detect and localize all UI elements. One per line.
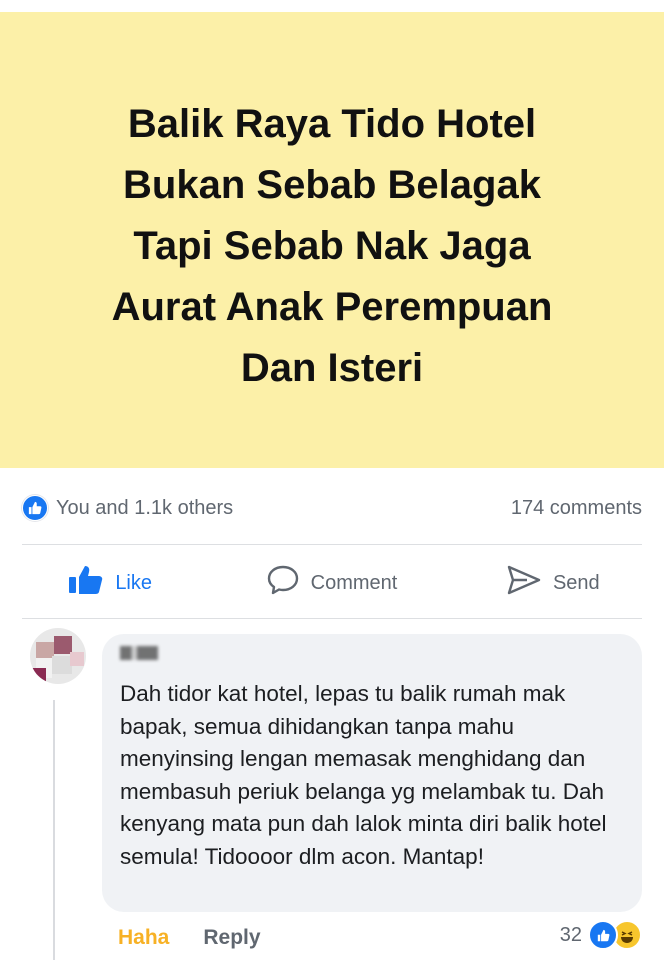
like-button[interactable]: Like [0, 565, 221, 601]
post-stats: You and 1.1k others 174 comments [22, 488, 642, 528]
comment-author-redacted[interactable] [120, 646, 158, 660]
reactions-summary[interactable]: You and 1.1k others [22, 495, 233, 521]
post-text-line: Tapi Sebab Nak Jaga [133, 223, 531, 268]
comment-label: Comment [310, 571, 398, 594]
comment-actions: Haha Reply [118, 926, 261, 950]
post-text-line: Aurat Anak Perempuan [111, 284, 553, 329]
post-text: Balik Raya Tido Hotel Bukan Sebab Belaga… [52, 94, 612, 399]
thumbs-up-icon [69, 565, 103, 601]
comment-bubble: Dah tidor kat hotel, lepas tu balik ruma… [102, 634, 642, 912]
comment-reactions[interactable]: 32 [560, 920, 642, 950]
comment-button[interactable]: Comment [221, 565, 442, 601]
reaction-count: 32 [559, 923, 582, 946]
reactions-text: You and 1.1k others [56, 496, 234, 519]
post-text-line: Bukan Sebab Belagak [123, 162, 541, 207]
post-actions: Like Comment Send [0, 557, 664, 609]
avatar[interactable] [30, 628, 86, 684]
haha-reaction-button[interactable]: Haha [118, 926, 169, 950]
reply-button[interactable]: Reply [203, 926, 260, 950]
like-icon [588, 920, 618, 950]
post-text-line: Balik Raya Tido Hotel [127, 101, 537, 146]
post-text-line: Dan Isteri [240, 345, 424, 390]
comment: Dah tidor kat hotel, lepas tu balik ruma… [0, 622, 664, 960]
comment-icon [267, 565, 299, 601]
thread-line [53, 700, 55, 960]
send-label: Send [552, 571, 600, 594]
like-icon [22, 495, 48, 521]
like-label: Like [115, 571, 153, 594]
comment-text: Dah tidor kat hotel, lepas tu balik ruma… [120, 681, 607, 869]
comments-count[interactable]: 174 comments [511, 497, 642, 520]
send-icon [507, 565, 541, 601]
reaction-icons [588, 920, 642, 950]
divider [22, 618, 642, 619]
send-button[interactable]: Send [443, 565, 664, 601]
post-card: Balik Raya Tido Hotel Bukan Sebab Belaga… [0, 12, 664, 468]
divider [22, 544, 642, 545]
